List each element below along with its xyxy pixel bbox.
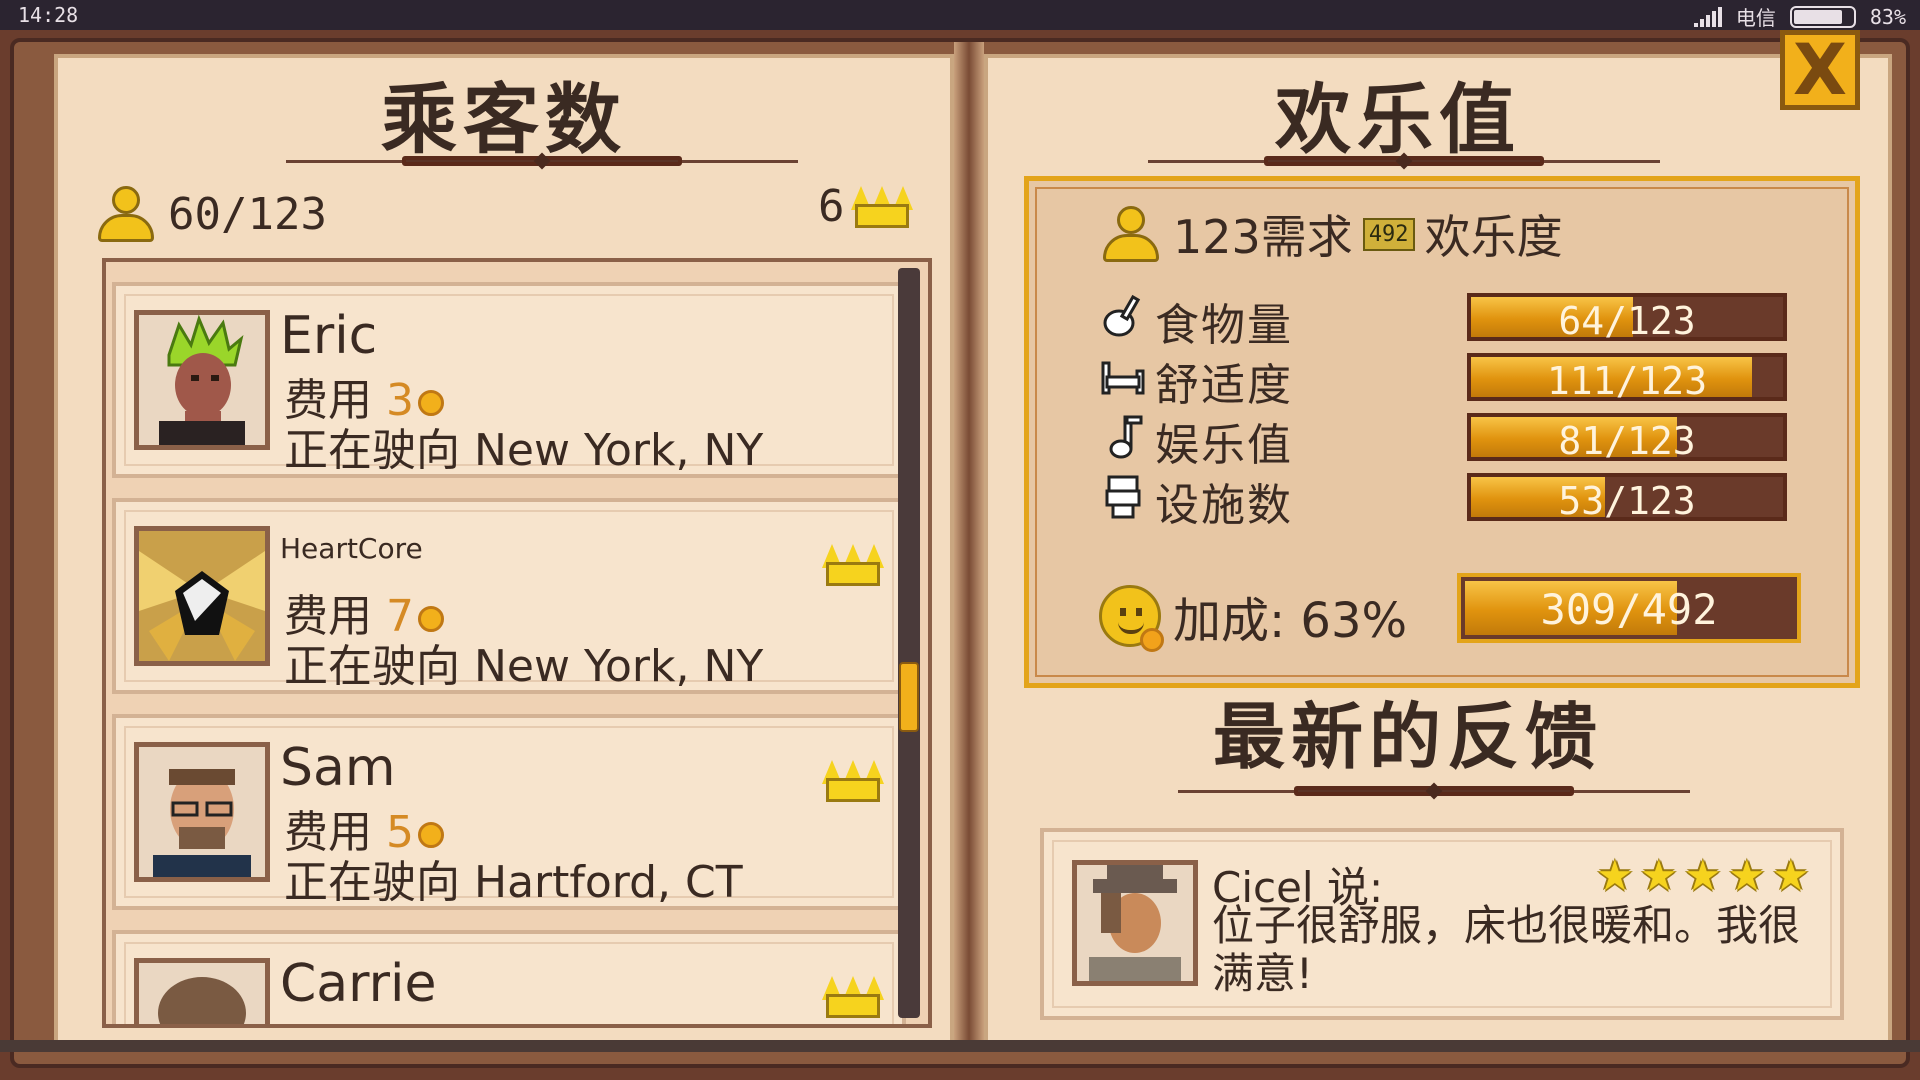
coin-icon — [418, 606, 444, 632]
demand-badge: 492 — [1362, 217, 1415, 251]
star-icon: ★ — [1772, 851, 1810, 900]
passenger-card[interactable]: HeartCore 费用 7 正在驶向 New York, NY — [112, 498, 906, 694]
book-spine — [954, 42, 984, 1052]
happiness-panel: 123需求 492 欢乐度 食物量 64/123 舒适度 111/123 娱乐值 — [1024, 176, 1860, 688]
title-divider — [1148, 152, 1660, 170]
bonus-row: 加成: 63% — [1099, 581, 1408, 652]
passenger-destination: 正在驶向 New York, NY — [284, 425, 764, 476]
happiness-demand: 123需求 492 欢乐度 — [1099, 201, 1563, 267]
stat-entertainment: 娱乐值 81/123 — [1099, 407, 1839, 471]
bonus-bar: 309/492 — [1457, 573, 1801, 643]
stat-label: 设施数 — [1155, 480, 1293, 531]
bonus-value: 309/492 — [1540, 585, 1718, 634]
crown-icon — [850, 180, 913, 232]
close-icon: X — [1793, 29, 1847, 111]
vip-count: 6 — [818, 180, 913, 232]
vip-crown-icon — [822, 970, 884, 1022]
passenger-portrait — [134, 742, 270, 882]
feedback-card: Cicel 说: ★ ★ ★ ★ ★ 位子很舒服，床也很暖和。我很满意! — [1040, 828, 1844, 1020]
bottom-strip — [0, 1040, 1920, 1052]
feedback-message: 位子很舒服，床也很暖和。我很满意! — [1212, 901, 1801, 998]
carrier-label: 电信 — [1735, 6, 1776, 30]
coin-icon — [418, 822, 444, 848]
close-button[interactable]: X — [1780, 30, 1860, 110]
passenger-portrait — [134, 310, 270, 450]
passenger-card[interactable]: Eric 费用 3 正在驶向 New York, NY — [112, 282, 906, 478]
passenger-card[interactable]: Sam 费用 5 正在驶向 Hartford, CT — [112, 714, 906, 910]
passenger-portrait — [134, 958, 270, 1024]
scrollbar-thumb[interactable] — [899, 662, 919, 733]
passenger-destination: 正在驶向 Hartford, CT — [284, 857, 743, 908]
toilet-icon — [1105, 475, 1141, 519]
passenger-destination: 正在驶向 New York, NY — [284, 641, 764, 692]
feedback-divider — [1178, 782, 1690, 800]
stat-comfort: 舒适度 111/123 — [1099, 347, 1839, 411]
passenger-list[interactable]: Eric 费用 3 正在驶向 New York, NY HeartCore 费用… — [102, 258, 932, 1028]
stat-bar: 111/123 — [1467, 353, 1787, 403]
battery-icon — [1789, 5, 1856, 28]
bonus-label: 加成: 63% — [1173, 593, 1408, 649]
stat-bar: 81/123 — [1467, 413, 1787, 463]
title-divider — [286, 152, 798, 170]
rating-stars: ★ ★ ★ ★ ★ — [1596, 851, 1812, 900]
stat-facilities: 设施数 53/123 — [1099, 467, 1839, 531]
drumstick-icon — [1103, 294, 1141, 337]
passenger-book: 乘客数 60/123 6 Eric 费用 3 正在驶向 New York, NY… — [0, 30, 1920, 1080]
passenger-name: HeartCore — [280, 532, 423, 565]
bed-icon — [1101, 361, 1145, 395]
star-icon: ★ — [1640, 851, 1678, 900]
demand-value: 123需求 — [1173, 210, 1353, 264]
stat-value: 81/123 — [1558, 419, 1696, 463]
star-icon: ★ — [1684, 851, 1722, 900]
stat-value: 111/123 — [1546, 359, 1708, 403]
clock: 14:28 — [18, 3, 79, 27]
passenger-portrait — [134, 526, 270, 666]
passenger-name: Sam — [280, 738, 396, 798]
vip-crown-icon — [822, 754, 884, 806]
page-title: 欢乐值 — [1275, 75, 1521, 164]
stat-bar: 64/123 — [1467, 293, 1787, 343]
stat-label: 娱乐值 — [1155, 420, 1293, 471]
happiness-page: 欢乐值 123需求 492 欢乐度 食物量 64/123 舒适度 111/123… — [984, 54, 1892, 1044]
passenger-count-value: 60/123 — [168, 188, 327, 240]
stat-value: 64/123 — [1558, 299, 1696, 343]
book-cover: 乘客数 60/123 6 Eric 费用 3 正在驶向 New York, NY… — [10, 38, 1910, 1068]
passenger-icon — [1099, 202, 1163, 266]
page-title: 乘客数 — [381, 75, 627, 164]
passenger-name: Carrie — [280, 954, 437, 1014]
feedback-title: 最新的反馈 — [1212, 695, 1603, 779]
status-bar: 14:28 电信 83% — [0, 0, 1920, 30]
vip-crown-icon — [822, 538, 884, 590]
signal-icon — [1693, 6, 1722, 27]
star-icon: ★ — [1596, 851, 1634, 900]
demand-suffix: 欢乐度 — [1424, 210, 1563, 264]
stat-bar: 53/123 — [1467, 473, 1787, 523]
passenger-count: 60/123 — [94, 182, 327, 246]
stat-label: 舒适度 — [1155, 360, 1293, 411]
coin-icon — [418, 390, 444, 416]
stat-label: 食物量 — [1155, 300, 1293, 351]
star-icon: ★ — [1728, 851, 1766, 900]
reviewer-portrait — [1072, 860, 1198, 986]
happy-face-icon — [1099, 585, 1164, 652]
passenger-icon — [94, 182, 158, 246]
stat-food: 食物量 64/123 — [1099, 287, 1839, 351]
passengers-page: 乘客数 60/123 6 Eric 费用 3 正在驶向 New York, NY… — [54, 54, 954, 1044]
vip-count-value: 6 — [818, 180, 845, 232]
passenger-card[interactable]: Carrie — [112, 930, 906, 1024]
music-note-icon — [1109, 415, 1143, 459]
list-scrollbar[interactable] — [898, 268, 920, 1018]
battery-percent: 83% — [1869, 4, 1906, 29]
stat-value: 53/123 — [1558, 479, 1696, 523]
passenger-name: Eric — [280, 306, 378, 366]
